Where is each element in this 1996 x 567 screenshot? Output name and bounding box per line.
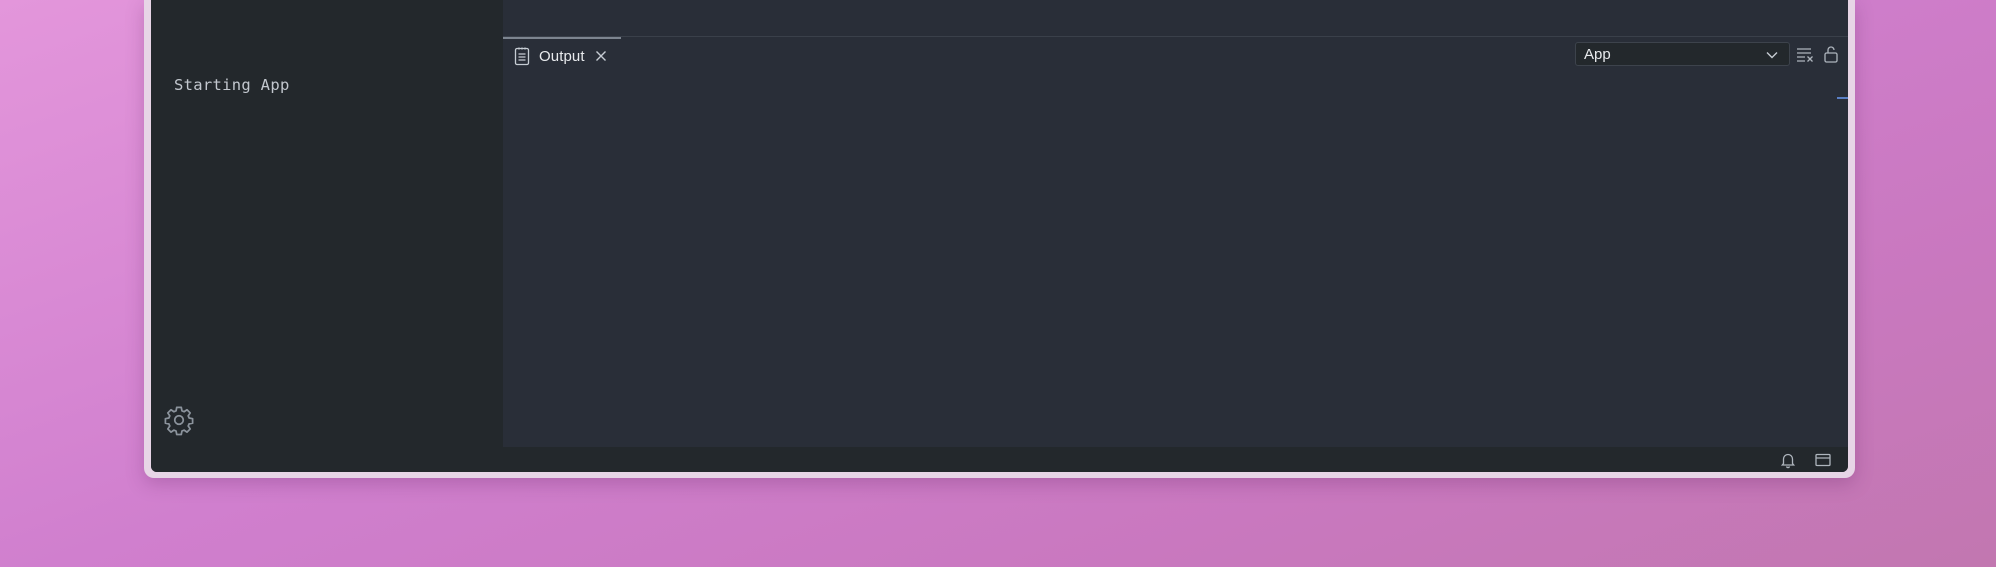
sidebar bbox=[151, 0, 503, 447]
output-icon bbox=[513, 46, 531, 66]
tab-output[interactable]: Output bbox=[503, 37, 621, 73]
status-bar bbox=[151, 447, 1848, 472]
scrollbar-marker[interactable] bbox=[1837, 97, 1848, 99]
output-channel-select[interactable]: App bbox=[1575, 42, 1790, 66]
gear-icon[interactable] bbox=[163, 404, 195, 436]
output-panel: Output App bbox=[503, 37, 1848, 447]
bell-icon[interactable] bbox=[1779, 451, 1797, 469]
tab-label: Output bbox=[539, 47, 585, 65]
lock-open-icon[interactable] bbox=[1821, 44, 1841, 64]
editor-area bbox=[503, 0, 1848, 37]
close-icon[interactable] bbox=[594, 49, 608, 63]
output-channel-value: App bbox=[1584, 45, 1611, 63]
chevron-down-icon bbox=[1765, 48, 1779, 60]
output-line: Starting App bbox=[174, 76, 290, 94]
toggle-panel-icon[interactable] bbox=[1814, 451, 1832, 469]
app-window: Output App bbox=[151, 0, 1848, 472]
clear-output-icon[interactable] bbox=[1795, 44, 1815, 64]
